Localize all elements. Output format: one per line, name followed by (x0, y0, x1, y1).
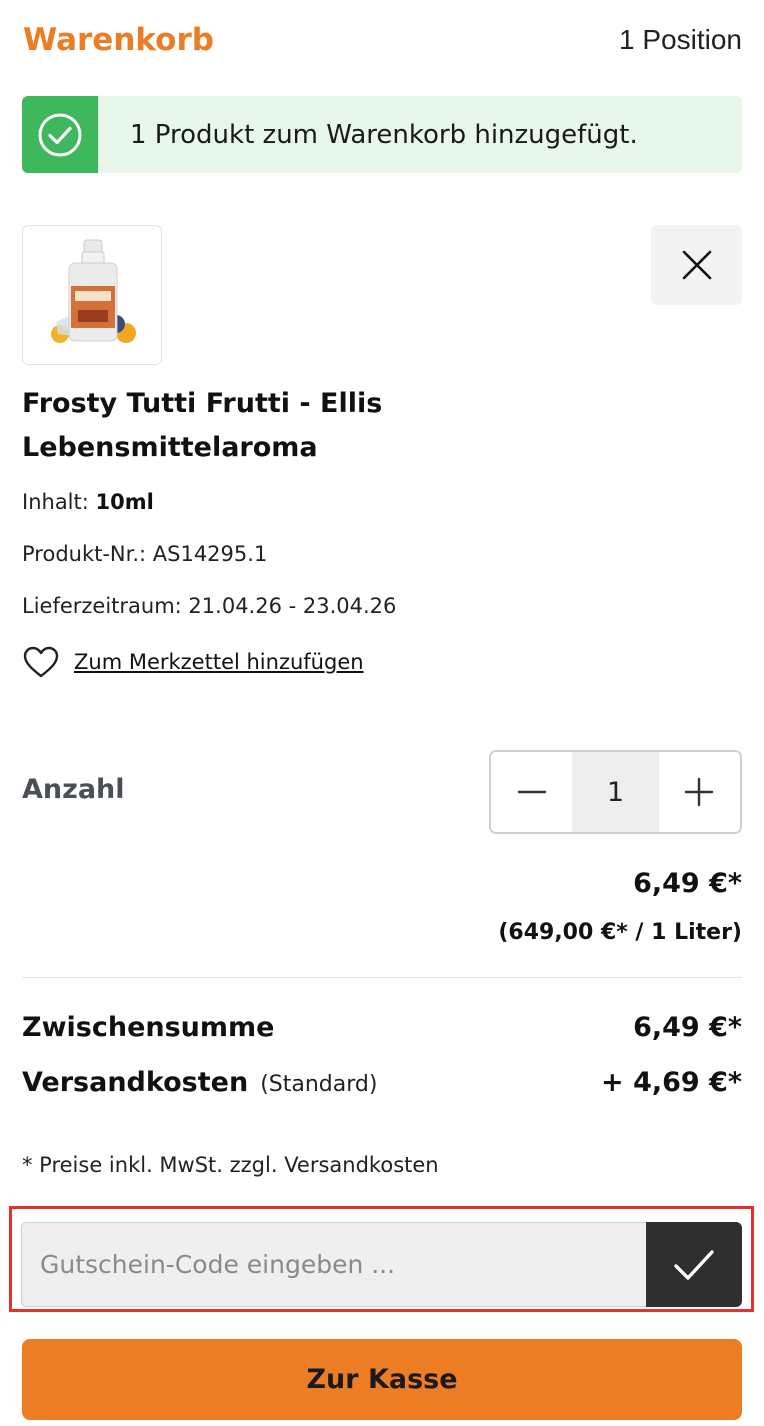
minus-icon (517, 790, 546, 794)
wishlist-label[interactable]: Zum Merkzettel hinzufügen (74, 650, 364, 674)
content-value: 10ml (95, 490, 154, 514)
content-label: Inhalt: (22, 490, 89, 514)
divider (22, 977, 742, 978)
delivery-period: Lieferzeitraum: 21.04.26 - 23.04.26 (22, 594, 397, 618)
add-to-wishlist-link[interactable]: Zum Merkzettel hinzufügen (22, 645, 364, 679)
product-content: Inhalt: 10ml (22, 490, 154, 514)
subtotal-label: Zwischensumme (22, 1012, 275, 1043)
remove-item-button[interactable] (651, 225, 742, 305)
subtotal-row: Zwischensumme 6,49 €* (22, 1012, 742, 1043)
product-image[interactable] (22, 225, 162, 365)
increase-quantity-button[interactable] (658, 752, 740, 832)
unit-price: (649,00 €* / 1 Liter) (498, 920, 742, 945)
shipping-value: + 4,69 €* (601, 1067, 742, 1098)
cart-title: Warenkorb (23, 22, 214, 58)
voucher-code-input[interactable] (21, 1222, 648, 1307)
alert-message: 1 Produkt zum Warenkorb hinzugefügt. (130, 119, 638, 150)
shipping-row: Versandkosten (Standard) + 4,69 €* (22, 1067, 742, 1098)
quantity-stepper: 1 (489, 750, 742, 834)
checkout-button[interactable]: Zur Kasse (22, 1339, 742, 1420)
product-name[interactable]: Frosty Tutti Frutti - Ellis Lebensmittel… (22, 382, 542, 470)
product-number: Produkt-Nr.: AS14295.1 (22, 542, 268, 566)
plus-icon (685, 777, 714, 807)
shipping-method: (Standard) (260, 1072, 378, 1097)
quantity-label: Anzahl (22, 774, 125, 805)
tax-note: * Preise inkl. MwSt. zzgl. Versandkosten (22, 1153, 439, 1177)
apply-voucher-button[interactable] (646, 1222, 742, 1307)
close-icon (682, 250, 711, 280)
item-price: 6,49 €* (633, 868, 742, 899)
quantity-value[interactable]: 1 (572, 752, 659, 832)
cart-header: Warenkorb 1 Position (23, 20, 742, 60)
success-alert: 1 Produkt zum Warenkorb hinzugefügt. (22, 96, 742, 173)
checkmark-icon (674, 1249, 714, 1280)
heart-icon (23, 646, 59, 678)
shipping-label: Versandkosten (22, 1067, 249, 1098)
decrease-quantity-button[interactable] (491, 752, 573, 832)
position-count: 1 Position (619, 24, 742, 55)
check-circle-icon (22, 96, 98, 173)
subtotal-value: 6,49 €* (633, 1012, 742, 1043)
